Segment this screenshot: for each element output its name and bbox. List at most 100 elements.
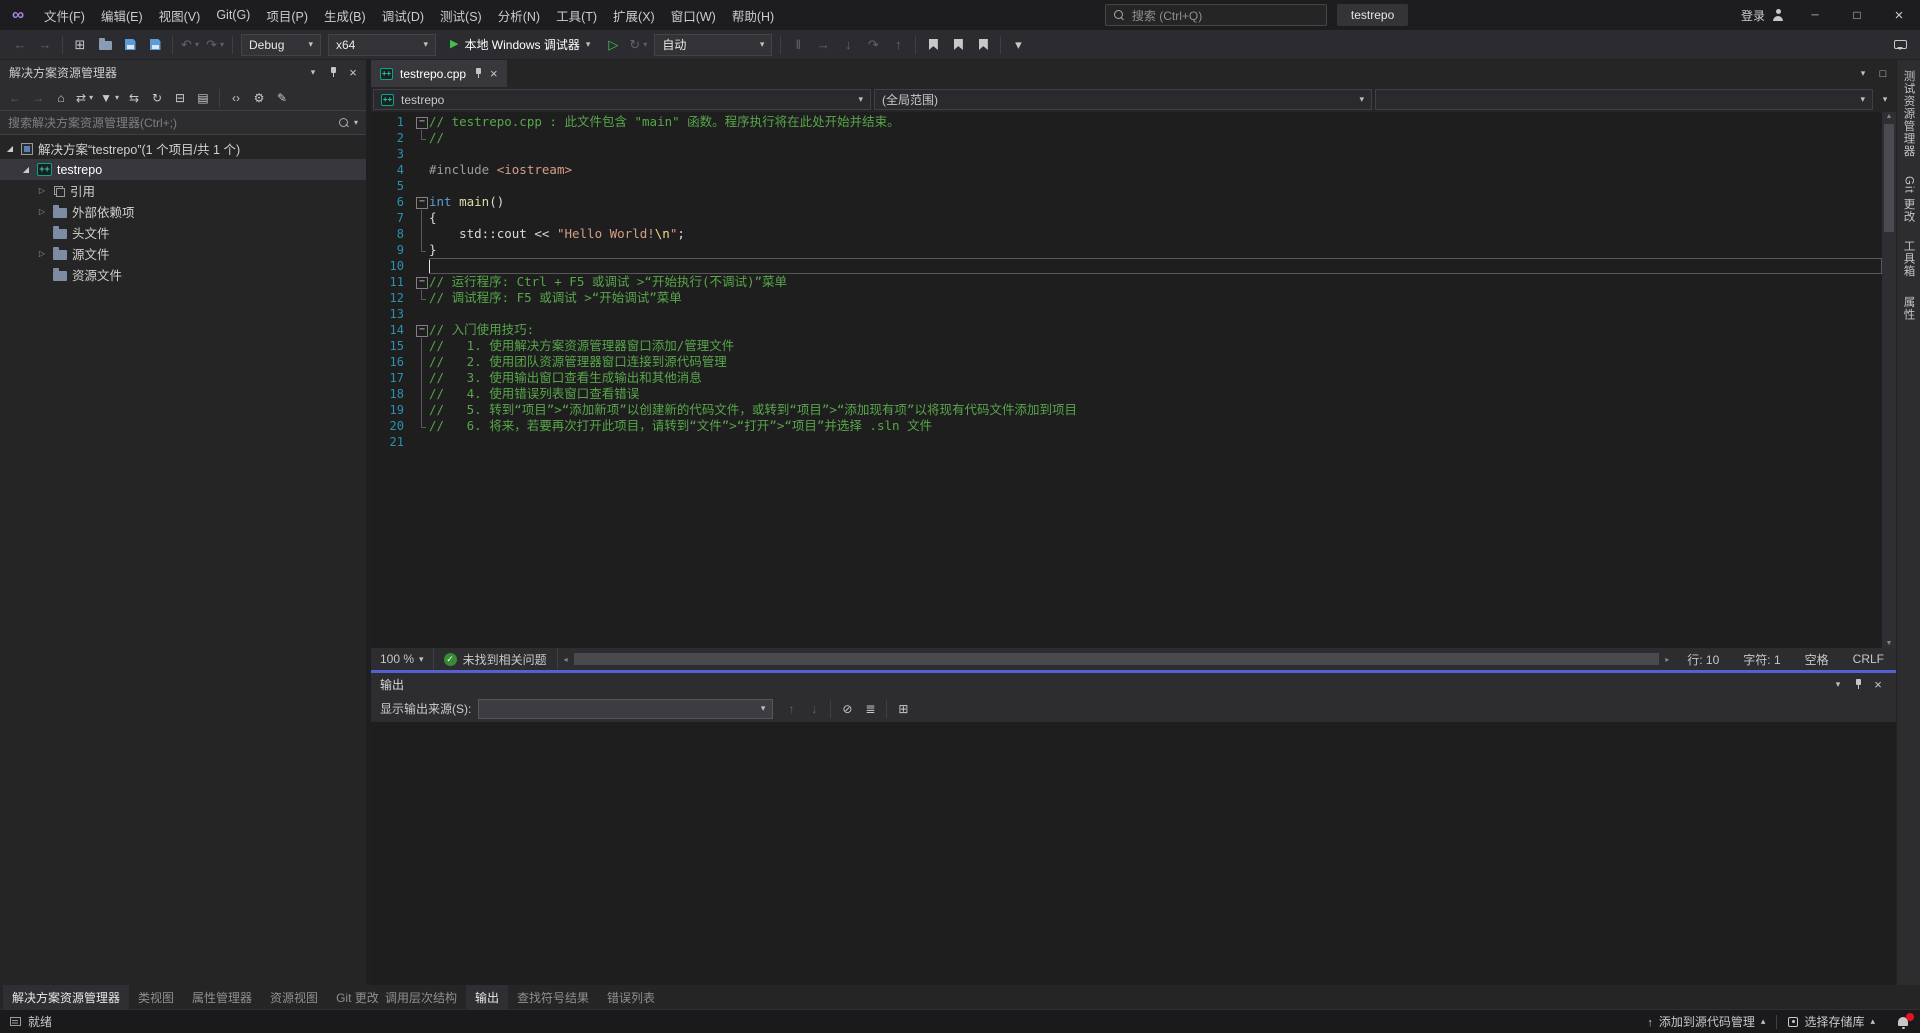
menu-item[interactable]: 工具(T) xyxy=(548,0,605,30)
goto-next-message-icon[interactable]: ↓ xyxy=(803,698,825,720)
pin-messages-icon[interactable]: ⊞ xyxy=(892,698,914,720)
close-panel-button[interactable] xyxy=(1869,675,1887,693)
break-all-icon[interactable]: ‖ xyxy=(786,33,810,57)
close-button[interactable] xyxy=(1878,0,1920,30)
scope-dropdown[interactable]: (全局范围) xyxy=(874,89,1372,110)
close-panel-button[interactable] xyxy=(344,64,362,82)
minimize-button[interactable] xyxy=(1794,0,1836,30)
code-line[interactable]: 18// 4. 使用错误列表窗口查看错误 xyxy=(371,386,1882,402)
fold-margin[interactable] xyxy=(415,114,429,130)
tool-window-tab[interactable]: 调用层次结构 xyxy=(376,985,466,1009)
tree-item[interactable]: testrepo xyxy=(0,159,366,180)
tree-item[interactable]: 外部依赖项 xyxy=(0,201,366,222)
start-debugging-button[interactable]: 本地 Windows 调试器 xyxy=(442,34,598,56)
wrench-icon[interactable]: ⚙ xyxy=(248,87,270,109)
code-line[interactable]: 17// 3. 使用输出窗口查看生成输出和其他消息 xyxy=(371,370,1882,386)
fold-margin[interactable] xyxy=(415,322,429,338)
code-line[interactable]: 13 xyxy=(371,306,1882,322)
output-source-combo[interactable] xyxy=(478,699,773,719)
tool-window-tab[interactable]: 类视图 xyxy=(129,985,183,1009)
solution-platforms-combo[interactable]: x64 xyxy=(328,34,436,56)
code-editor[interactable]: 1// testrepo.cpp : 此文件包含 "main" 函数。程序执行将… xyxy=(371,112,1882,648)
menu-item[interactable]: 文件(F) xyxy=(36,0,93,30)
save-icon[interactable] xyxy=(118,33,142,57)
pending-changes-filter-icon[interactable]: ▼ xyxy=(97,87,122,109)
step-over-icon[interactable]: ↷ xyxy=(861,33,885,57)
code-line[interactable]: 14// 入门使用技巧: xyxy=(371,322,1882,338)
code-line[interactable]: 3 xyxy=(371,146,1882,162)
window-position-button[interactable] xyxy=(1829,675,1847,693)
code-line[interactable]: 8 std::cout << "Hello World!\n"; xyxy=(371,226,1882,242)
notifications-button[interactable] xyxy=(1886,1010,1920,1033)
auto-hide-tab[interactable]: 属性 xyxy=(1901,296,1917,321)
auto-hide-tab[interactable]: 工具箱 xyxy=(1901,240,1917,278)
step-out-icon[interactable]: ↑ xyxy=(886,33,910,57)
sign-in-button[interactable]: 登录 xyxy=(1731,7,1794,24)
project-dropdown[interactable]: testrepo xyxy=(373,89,871,110)
code-line[interactable]: 11// 运行程序: Ctrl + F5 或调试 >“开始执行(不调试)”菜单 xyxy=(371,274,1882,290)
scroll-right-icon[interactable] xyxy=(1659,655,1675,664)
menu-item[interactable]: 窗口(W) xyxy=(663,0,724,30)
code-line[interactable]: 15// 1. 使用解决方案资源管理器窗口添加/管理文件 xyxy=(371,338,1882,354)
next-bookmark-icon[interactable] xyxy=(971,33,995,57)
hot-reload-when-combo[interactable]: 自动 xyxy=(654,34,772,56)
tree-item[interactable]: 源文件 xyxy=(0,243,366,264)
auto-hide-tab[interactable]: 测试资源管理器 xyxy=(1901,70,1917,158)
maximize-button[interactable] xyxy=(1836,0,1878,30)
view-code-icon[interactable]: ‹› xyxy=(225,87,247,109)
redo-icon[interactable]: ↷ xyxy=(203,33,227,57)
step-into-icon[interactable]: ↓ xyxy=(836,33,860,57)
open-file-icon[interactable] xyxy=(93,33,117,57)
encoding-indicator[interactable]: CRLF xyxy=(1841,652,1896,666)
menu-item[interactable]: 测试(S) xyxy=(432,0,490,30)
refresh-icon[interactable]: ↻ xyxy=(146,87,168,109)
expander-icon[interactable] xyxy=(36,208,48,216)
vertical-scrollbar[interactable] xyxy=(1882,112,1896,648)
float-window-button[interactable] xyxy=(1874,65,1892,83)
scroll-up-icon[interactable] xyxy=(1882,113,1896,120)
menu-item[interactable]: Git(G) xyxy=(208,0,258,30)
navigate-backward-icon[interactable]: ← xyxy=(8,33,32,57)
tree-item[interactable]: 引用 xyxy=(0,180,366,201)
goto-previous-message-icon[interactable]: ↑ xyxy=(780,698,802,720)
hot-reload-icon[interactable]: ↻ xyxy=(626,33,650,57)
previous-bookmark-icon[interactable] xyxy=(946,33,970,57)
background-tasks-icon[interactable] xyxy=(10,1017,21,1026)
expander-icon[interactable] xyxy=(36,187,48,195)
solution-configurations-combo[interactable]: Debug xyxy=(241,34,321,56)
menu-item[interactable]: 分析(N) xyxy=(490,0,548,30)
code-line[interactable]: 19// 5. 转到“项目”>“添加新项”以创建新的代码文件，或转到“项目”>“… xyxy=(371,402,1882,418)
fold-margin[interactable] xyxy=(415,274,429,290)
new-project-icon[interactable]: ⊞ xyxy=(68,33,92,57)
code-line[interactable]: 21 xyxy=(371,434,1882,450)
home-icon[interactable]: ⌂ xyxy=(50,87,72,109)
solution-name-badge[interactable]: testrepo xyxy=(1337,4,1408,26)
tool-window-tab[interactable]: 输出 xyxy=(466,985,508,1009)
vertical-scrollbar-thumb[interactable] xyxy=(1884,124,1894,232)
tool-window-tab[interactable]: 查找符号结果 xyxy=(508,985,598,1009)
sync-with-active-document-icon[interactable]: ⇆ xyxy=(123,87,145,109)
document-tab[interactable]: testrepo.cpp xyxy=(371,60,507,87)
toolbar-options-icon[interactable]: ▾ xyxy=(1006,33,1030,57)
expander-icon[interactable] xyxy=(36,250,48,258)
horizontal-scrollbar[interactable] xyxy=(558,648,1676,670)
scroll-down-icon[interactable] xyxy=(1882,640,1896,647)
show-next-statement-icon[interactable]: → xyxy=(811,33,835,57)
code-line[interactable]: 7{ xyxy=(371,210,1882,226)
select-repository-button[interactable]: 选择存储库 xyxy=(1777,1010,1886,1033)
code-line[interactable]: 12// 调试程序: F5 或调试 >“开始调试”菜单 xyxy=(371,290,1882,306)
scroll-left-icon[interactable] xyxy=(558,655,574,664)
code-line[interactable]: 5 xyxy=(371,178,1882,194)
window-position-button[interactable] xyxy=(304,64,322,82)
navbar-expand-button[interactable] xyxy=(1876,89,1894,110)
expander-icon[interactable] xyxy=(20,166,32,174)
zoom-dropdown[interactable]: 100 % xyxy=(371,648,434,670)
menu-item[interactable]: 项目(P) xyxy=(258,0,316,30)
solution-search-box[interactable]: 搜索解决方案资源管理器(Ctrl+;) xyxy=(0,111,366,135)
line-indicator[interactable]: 行: 10 xyxy=(1675,651,1731,668)
add-to-source-control-button[interactable]: 添加到源代码管理 xyxy=(1636,1010,1776,1033)
code-line[interactable]: 16// 2. 使用团队资源管理器窗口连接到源代码管理 xyxy=(371,354,1882,370)
pin-button[interactable] xyxy=(324,64,342,82)
code-line[interactable]: 20// 6. 将来，若要再次打开此项目，请转到“文件”>“打开”>“项目”并选… xyxy=(371,418,1882,434)
code-line[interactable]: 9} xyxy=(371,242,1882,258)
